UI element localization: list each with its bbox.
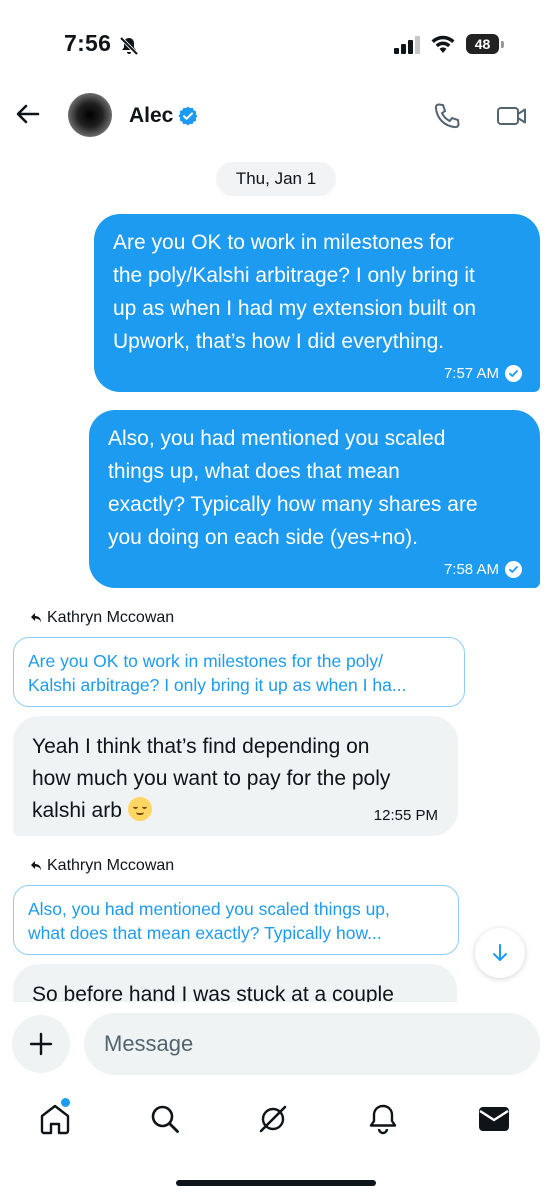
bottom-navigation [0, 1088, 552, 1158]
scroll-to-bottom-button[interactable] [475, 928, 525, 978]
message-text: Are you OK to work in milestones for the… [113, 231, 477, 353]
read-receipt-icon [505, 365, 522, 382]
home-indicator [176, 1180, 376, 1186]
outgoing-message[interactable]: Also, you had mentioned you scaled thing… [89, 410, 540, 588]
message-text: Also, you had mentioned you scaled thing… [108, 427, 478, 549]
conversation-header: Alec [0, 90, 552, 142]
grok-icon[interactable] [256, 1102, 290, 1136]
message-input[interactable] [84, 1013, 540, 1075]
search-icon[interactable] [148, 1102, 182, 1136]
read-receipt-icon [505, 561, 522, 578]
notification-dot-icon [61, 1098, 70, 1107]
phone-call-icon[interactable] [432, 101, 462, 131]
contact-name[interactable]: Alec [129, 104, 173, 128]
reply-arrow-icon [31, 861, 41, 871]
add-attachment-button[interactable] [12, 1015, 70, 1073]
message-time: 12:55 PM [373, 807, 438, 824]
quoted-message[interactable]: Are you OK to work in milestones for the… [13, 637, 465, 707]
cellular-signal-icon [394, 36, 420, 54]
video-call-icon[interactable] [496, 102, 528, 130]
quoted-message[interactable]: Also, you had mentioned you scaled thing… [13, 885, 459, 955]
home-icon[interactable] [38, 1102, 72, 1136]
incoming-message[interactable]: Yeah I think that’s find depending on ho… [13, 716, 458, 836]
status-time: 7:56 [64, 30, 112, 56]
notifications-icon[interactable] [366, 1102, 400, 1136]
battery-icon: 48 [466, 34, 504, 56]
messages-icon[interactable] [477, 1102, 511, 1136]
reply-arrow-icon [31, 613, 41, 623]
bell-off-icon [119, 36, 139, 56]
reply-label: Kathryn Mccowan [30, 857, 174, 875]
reply-to-name: Kathryn Mccowan [47, 609, 175, 626]
outgoing-message[interactable]: Are you OK to work in milestones for the… [94, 214, 540, 392]
reply-to-name: Kathryn Mccowan [47, 857, 175, 874]
message-text: Yeah I think that’s find depending on ho… [32, 735, 391, 822]
battery-level: 48 [466, 34, 499, 54]
wifi-icon [431, 35, 455, 53]
avatar[interactable] [68, 93, 112, 137]
verified-badge-icon [178, 106, 198, 126]
date-separator: Thu, Jan 1 [216, 162, 336, 196]
relieved-face-emoji-icon [127, 797, 152, 821]
message-time: 7:57 AM [443, 365, 499, 382]
reply-label: Kathryn Mccowan [30, 609, 174, 627]
message-time: 7:58 AM [443, 561, 499, 578]
status-bar: 7:56 48 [0, 0, 552, 90]
back-arrow-icon[interactable] [14, 100, 42, 128]
plus-icon [29, 1032, 53, 1056]
message-meta: 7:58 AM [444, 561, 522, 578]
message-meta: 7:57 AM [444, 365, 522, 382]
arrow-down-icon [493, 944, 507, 961]
